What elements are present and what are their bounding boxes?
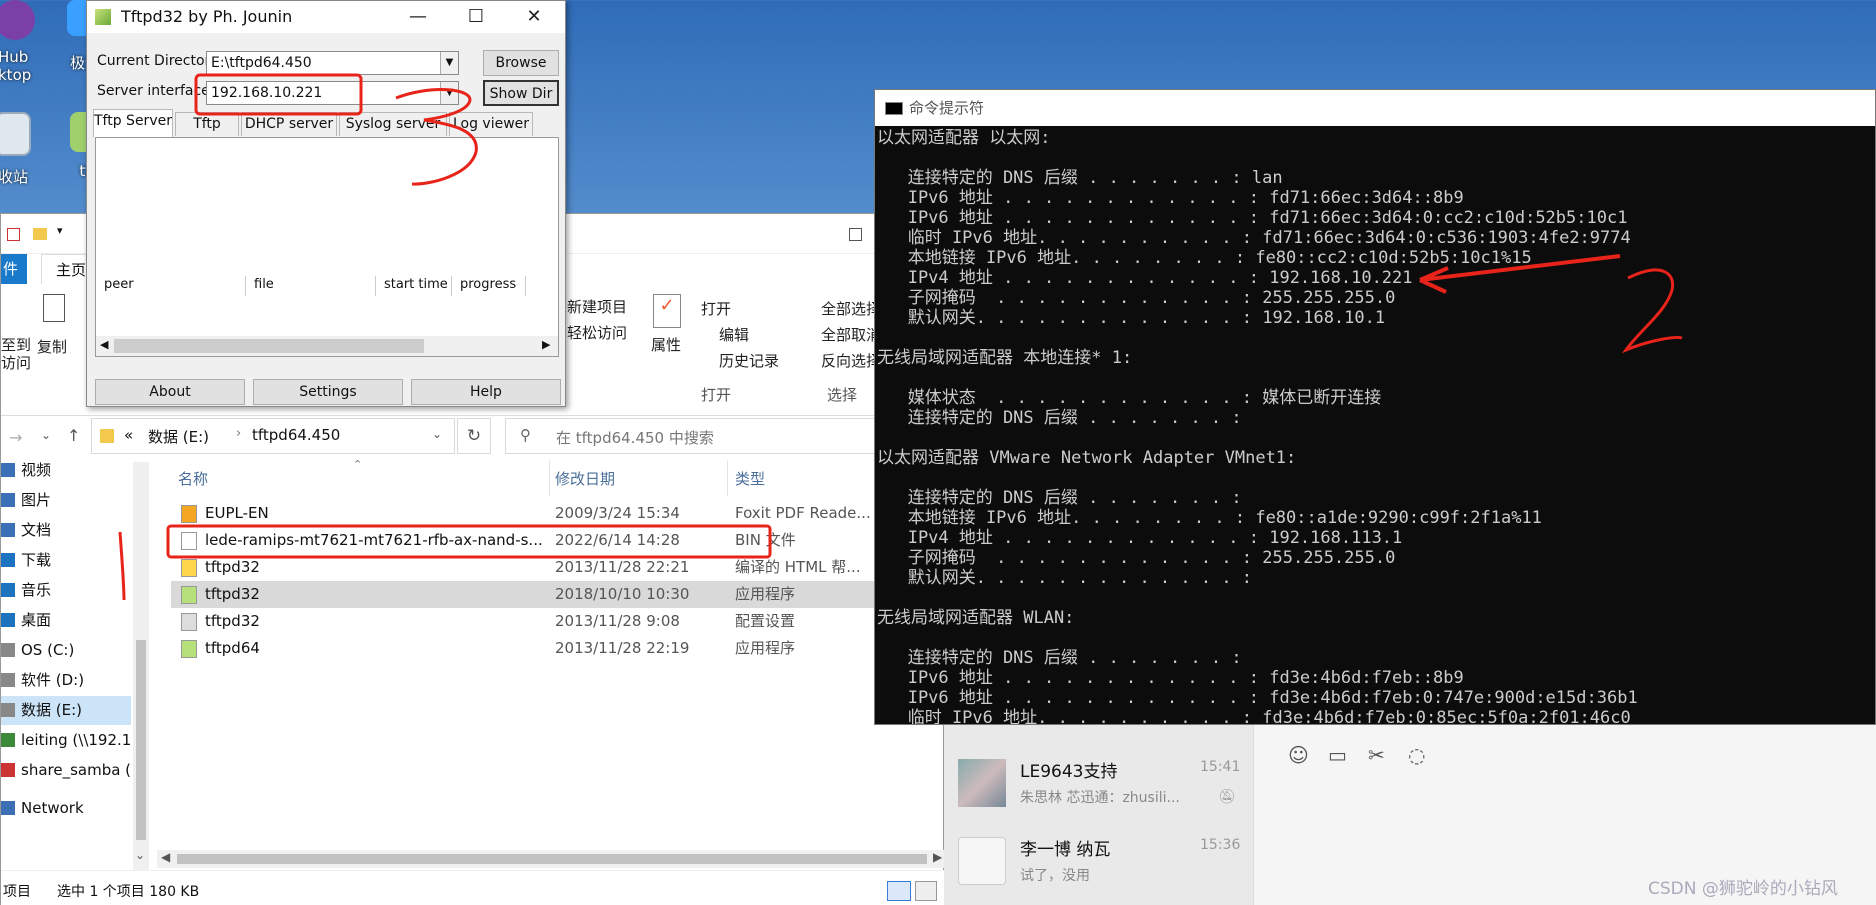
annotation-number-3 (395, 88, 478, 186)
annotation-box-bin-file (166, 524, 772, 559)
annotation-number-2 (1621, 268, 1683, 354)
annotation-box-server-interface (194, 73, 363, 116)
watermark: CSDN @狮驼岭的小钻风 (1648, 879, 1838, 899)
annotation-mark-1 (118, 531, 126, 601)
red-annotations (118, 73, 1683, 601)
annotation-arrow (1419, 254, 1621, 294)
